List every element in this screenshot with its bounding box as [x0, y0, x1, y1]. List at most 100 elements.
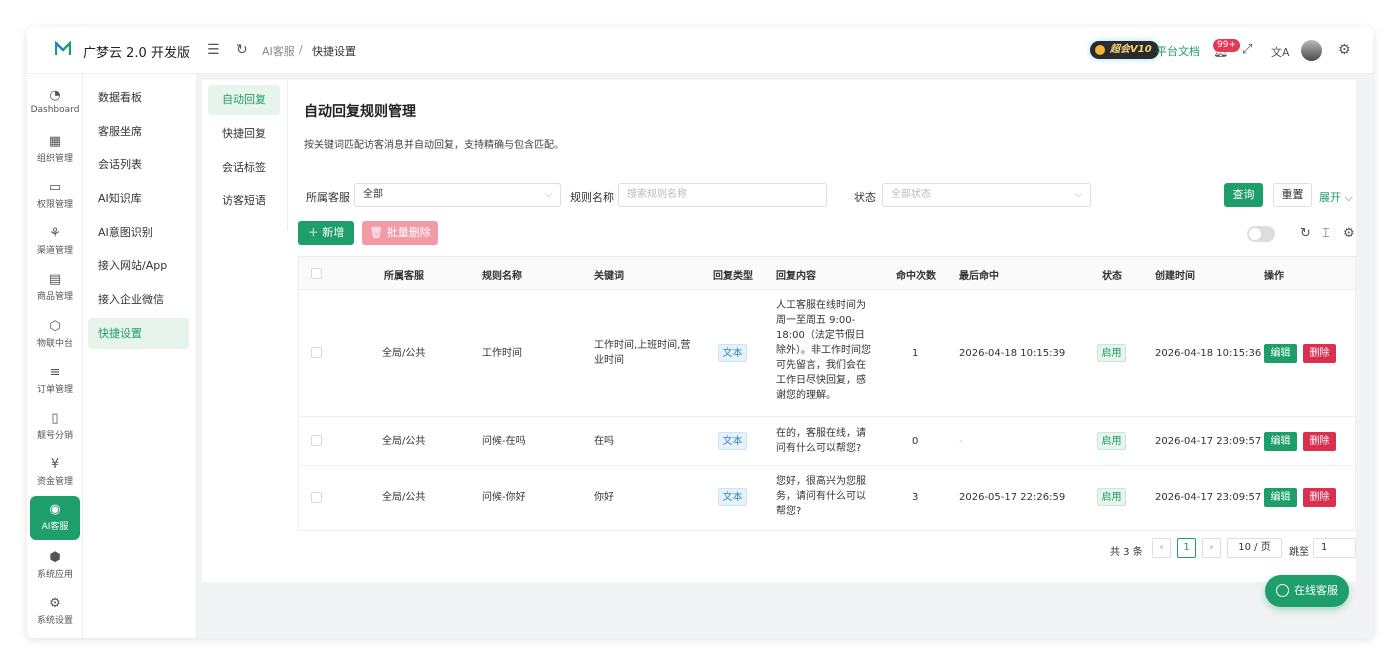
main-content: 自动回复 快捷回复 会话标签 访客短语 自动回复规则管理 按关键词匹配访客消息并…	[202, 80, 1356, 582]
tab-quick-reply[interactable]: 快捷回复	[208, 119, 280, 149]
rail-item-funds[interactable]: ¥ 资金管理	[30, 451, 80, 495]
submenu-item-sessions[interactable]: 会话列表	[88, 149, 189, 180]
cell-hits: 3	[912, 492, 919, 503]
column-agent[interactable]: 所属客服	[384, 267, 424, 282]
next-page-button[interactable]: ›	[1202, 538, 1221, 558]
page-number-current[interactable]: 1	[1177, 538, 1196, 558]
status-select[interactable]: 全部状态 ⌵	[882, 183, 1091, 207]
cell-created: 2026-04-17 23:09:57	[1155, 436, 1262, 447]
submenu-item-dashboard[interactable]: 数据看板	[88, 82, 189, 113]
cell-keywords: 在吗	[594, 436, 614, 447]
main-rail: ◔ Dashboard ▦ 组织管理 ▭ 权限管理 ⚘ 渠道管理 ▤ 商品管理 …	[27, 74, 83, 638]
reset-button[interactable]: 重置	[1273, 183, 1312, 207]
column-status[interactable]: 状态	[1102, 267, 1122, 282]
column-reply-content[interactable]: 回复内容	[776, 267, 816, 282]
cell-hits: 0	[912, 436, 919, 447]
table-row[interactable]: 全局/公共 问候-在吗 在吗 文本 在的，客服在线，请问有什么可以帮您? 0 -…	[299, 417, 1355, 466]
prev-page-button[interactable]: ‹	[1152, 538, 1171, 558]
delete-button[interactable]: 删除	[1303, 488, 1336, 507]
rail-label: 资金管理	[36, 477, 73, 487]
expand-filters-button[interactable]: 展开 ⌵	[1319, 189, 1353, 205]
submenu-item-quick-settings[interactable]: 快捷设置	[88, 318, 189, 349]
tab-auto-reply[interactable]: 自动回复	[208, 85, 280, 115]
cell-created: 2026-04-18 10:15:36	[1155, 348, 1262, 359]
rail-label: 系统设置	[36, 616, 73, 626]
breadcrumb-ai-service[interactable]: AI客服	[262, 43, 295, 59]
rail-item-permissions[interactable]: ▭ 权限管理	[30, 174, 80, 218]
cell-hits: 1	[912, 348, 919, 359]
rail-item-dashboard[interactable]: ◔ Dashboard	[30, 82, 80, 126]
column-last-hit[interactable]: 最后命中	[959, 267, 999, 282]
settings-gear-icon[interactable]: ⚙	[1338, 42, 1351, 58]
edit-button[interactable]: 编辑	[1264, 488, 1297, 507]
user-avatar[interactable]	[1301, 40, 1322, 61]
chat-bubble-icon	[1276, 584, 1289, 597]
column-height-icon[interactable]: ⌶	[1322, 226, 1330, 241]
table-header: 所属客服 规则名称 关键词 回复类型 回复内容 命中次数 最后命中 状态 创建时…	[299, 257, 1355, 290]
box-icon: ⬢	[49, 550, 61, 565]
table-refresh-icon[interactable]: ↻	[1300, 226, 1311, 241]
rail-item-orders[interactable]: ≡ 订单管理	[30, 359, 80, 403]
agent-select-value: 全部	[363, 189, 383, 200]
select-all-checkbox[interactable]	[311, 268, 322, 279]
ai-icon: ◉	[49, 502, 61, 517]
rail-item-numbers[interactable]: ▯ 靓号分销	[30, 405, 80, 449]
online-service-button[interactable]: 在线客服	[1265, 575, 1349, 607]
table-settings-icon[interactable]: ⚙	[1343, 226, 1355, 241]
table-row[interactable]: 全局/公共 问候-你好 你好 文本 您好，很高兴为您服务，请问有什么可以帮您? …	[299, 466, 1355, 530]
row-checkbox[interactable]	[311, 347, 322, 358]
submenu-item-website[interactable]: 接入网站/App	[88, 250, 189, 281]
rail-label: 权限管理	[36, 200, 73, 210]
cell-agent: 全局/公共	[382, 436, 426, 447]
breadcrumb-current: 快捷设置	[312, 45, 356, 58]
rail-item-products[interactable]: ▤ 商品管理	[30, 266, 80, 310]
rail-item-ai-service[interactable]: ◉ AI客服	[30, 496, 80, 540]
view-toggle-switch[interactable]	[1247, 226, 1275, 242]
delete-button[interactable]: 删除	[1303, 344, 1336, 363]
column-rule-name[interactable]: 规则名称	[482, 267, 522, 282]
cell-last-hit: -	[959, 436, 963, 447]
delete-button[interactable]: 删除	[1303, 432, 1336, 451]
submenu-item-agents[interactable]: 客服坐席	[88, 116, 189, 147]
rail-item-system-settings[interactable]: ⚙ 系统设置	[30, 590, 80, 634]
vip-badge[interactable]: 超会V10	[1090, 41, 1159, 59]
column-hits[interactable]: 命中次数	[896, 267, 936, 282]
column-keywords[interactable]: 关键词	[594, 267, 624, 282]
row-checkbox[interactable]	[311, 492, 322, 503]
query-button[interactable]: 查询	[1224, 183, 1263, 207]
rail-item-organization[interactable]: ▦ 组织管理	[30, 128, 80, 172]
submenu-item-knowledge[interactable]: AI知识库	[88, 183, 189, 214]
tab-visitor-phrases[interactable]: 访客短语	[208, 186, 280, 216]
agent-select[interactable]: 全部 ⌵	[354, 183, 561, 207]
batch-delete-button[interactable]: 🗑︎ 批量删除	[362, 221, 438, 245]
reply-type-tag: 文本	[718, 432, 747, 450]
cell-reply-content: 您好，很高兴为您服务，请问有什么可以帮您?	[776, 476, 866, 517]
cell-keywords: 你好	[594, 492, 614, 503]
edit-button[interactable]: 编辑	[1264, 432, 1297, 451]
rail-item-channels[interactable]: ⚘ 渠道管理	[30, 220, 80, 264]
rail-label: 组织管理	[36, 154, 73, 164]
add-button[interactable]: ＋ 新增	[298, 221, 354, 245]
row-checkbox[interactable]	[311, 435, 322, 446]
submenu-item-wecom[interactable]: 接入企业微信	[88, 284, 189, 315]
menu-fold-icon[interactable]: ☰	[207, 42, 220, 58]
rail-item-iot[interactable]: ⬡ 物联中台	[30, 313, 80, 357]
platform-docs-link[interactable]: 平台文档	[1156, 43, 1200, 59]
rail-item-apps[interactable]: ⬢ 系统应用	[30, 544, 80, 588]
fullscreen-icon[interactable]: ⤢	[1242, 42, 1252, 57]
table-row[interactable]: 全局/公共 工作时间 工作时间,上班时间,营业时间 文本 人工客服在线时间为周一…	[299, 290, 1355, 417]
cell-rule-name: 工作时间	[482, 348, 522, 359]
jump-page-input[interactable]: 1	[1313, 538, 1356, 558]
rule-name-input[interactable]: 搜索规则名称	[618, 183, 827, 207]
status-badge: 启用	[1097, 344, 1126, 362]
edit-button[interactable]: 编辑	[1264, 344, 1297, 363]
page-size-select[interactable]: 10 / 页	[1227, 538, 1282, 558]
column-reply-type[interactable]: 回复类型	[713, 267, 753, 282]
status-select-placeholder: 全部状态	[891, 189, 931, 200]
translate-icon[interactable]: 文A	[1271, 44, 1290, 60]
submenu-item-intent[interactable]: AI意图识别	[88, 217, 189, 248]
column-created[interactable]: 创建时间	[1155, 267, 1195, 282]
store-icon: ▤	[48, 272, 62, 287]
refresh-icon[interactable]: ↻	[236, 42, 248, 58]
tab-session-tags[interactable]: 会话标签	[208, 153, 280, 183]
